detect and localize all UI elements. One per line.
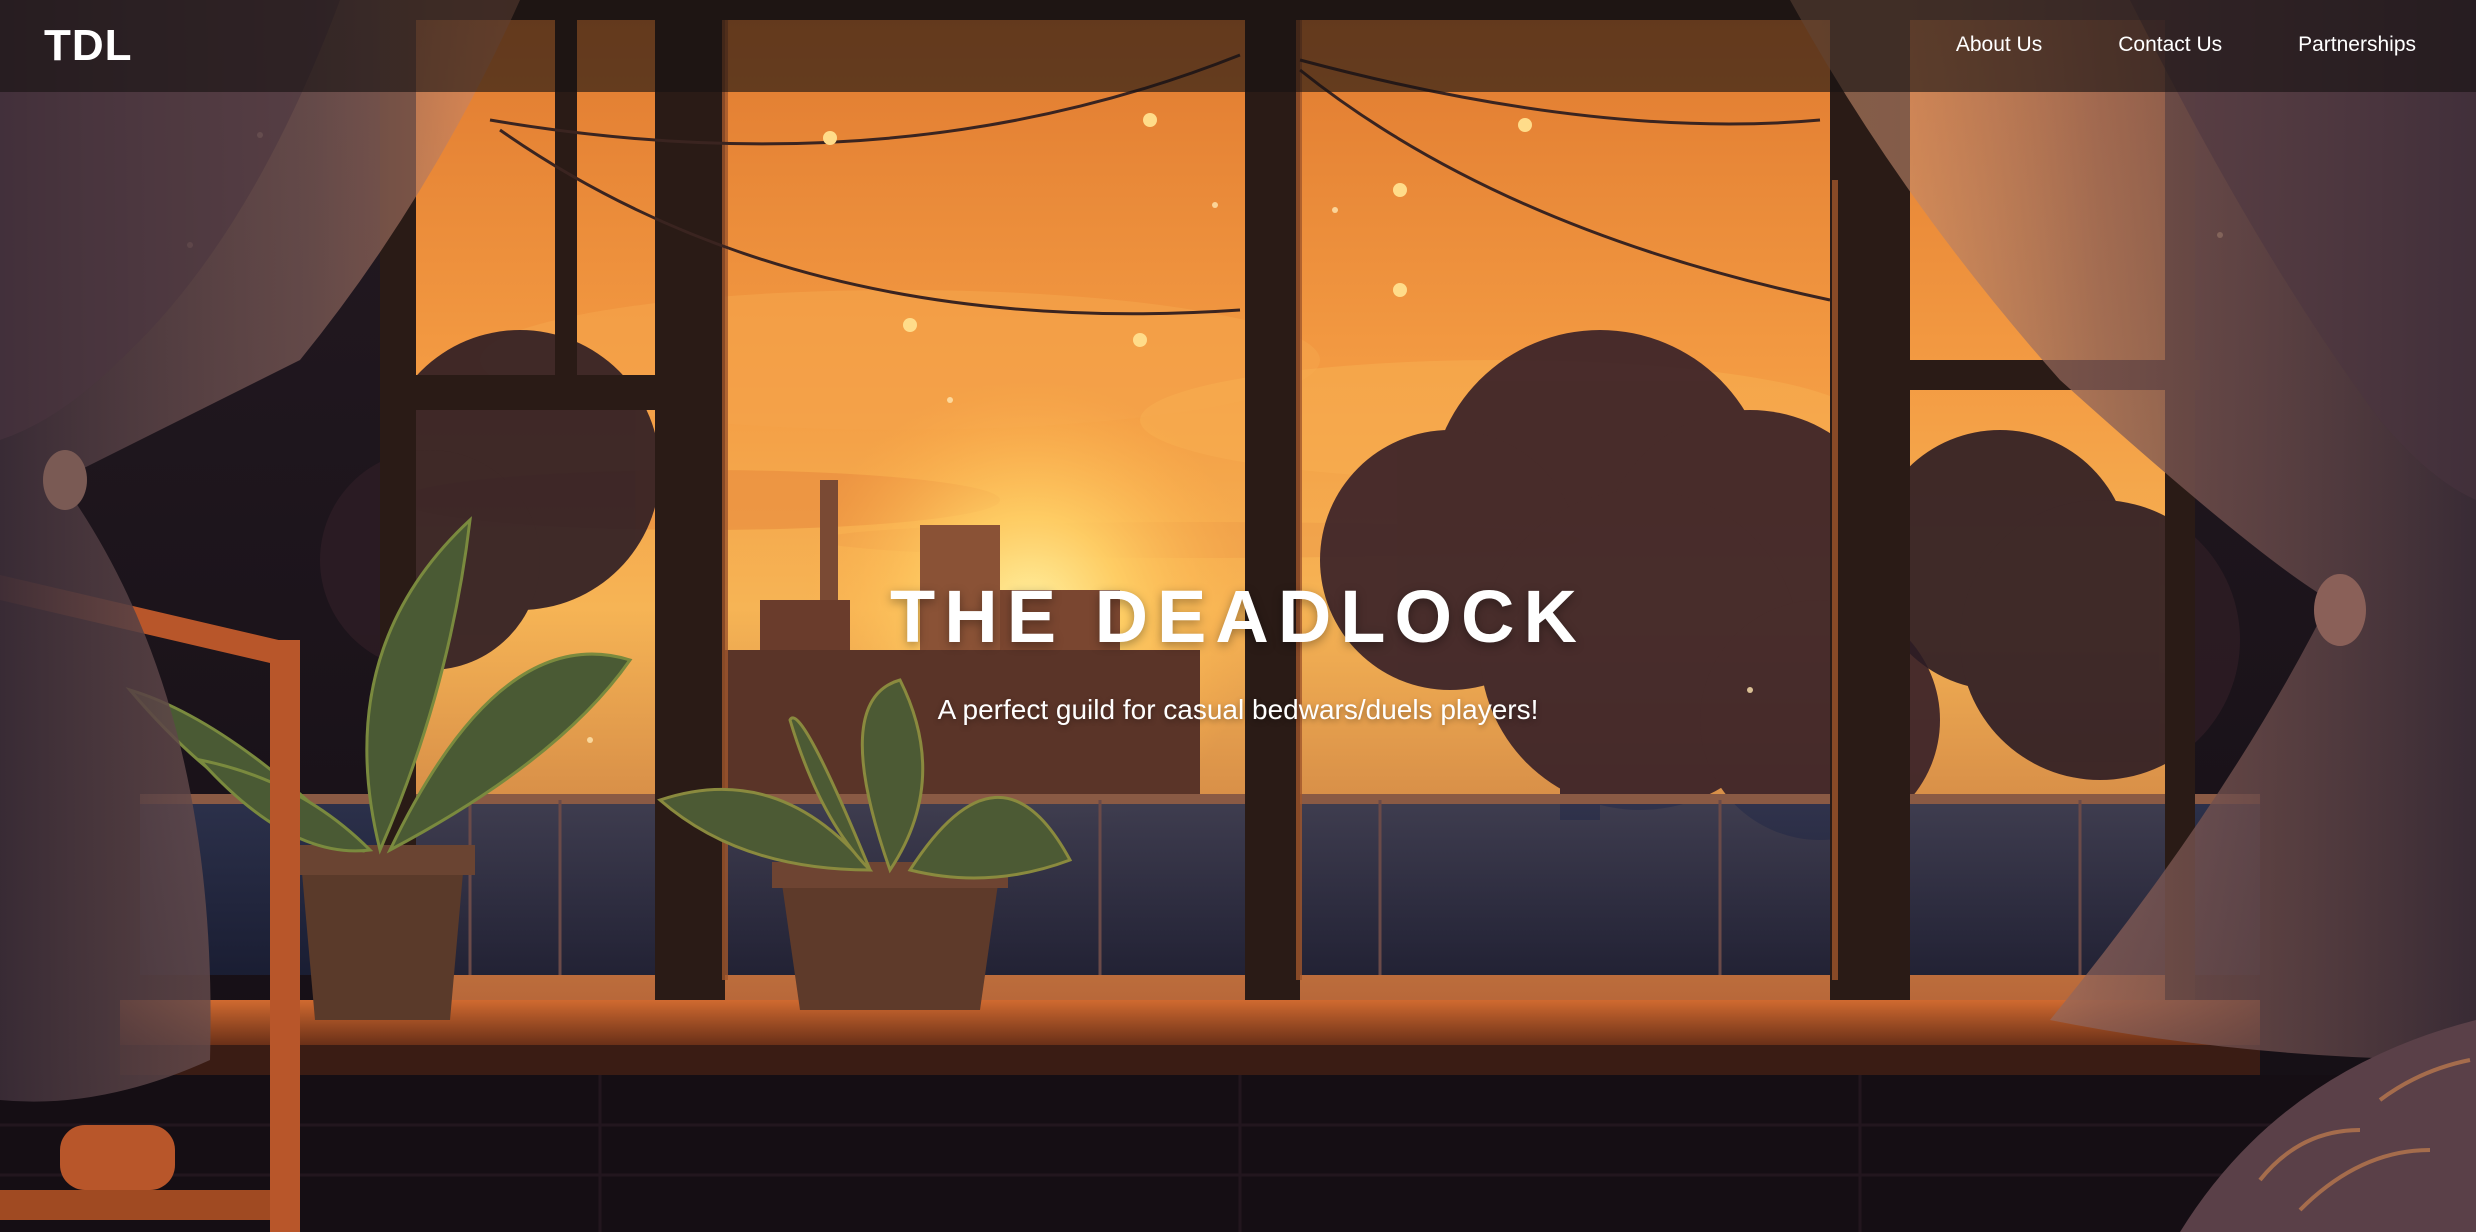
hero-title: THE DEADLOCK [890, 575, 1586, 658]
top-navbar: TDL About Us Contact Us Partnerships [0, 0, 2476, 92]
hero-subtitle: A perfect guild for casual bedwars/duels… [937, 694, 1539, 725]
site-logo[interactable]: TDL [44, 20, 133, 72]
hero-section: THE DEADLOCK A perfect guild for casual … [0, 575, 2476, 727]
nav-link-partnerships[interactable]: Partnerships [2298, 32, 2416, 58]
landing-page: TDL About Us Contact Us Partnerships THE… [0, 0, 2476, 1232]
nav-link-about-us[interactable]: About Us [1956, 32, 2042, 58]
nav-links: About Us Contact Us Partnerships [1880, 32, 2416, 58]
nav-link-contact-us[interactable]: Contact Us [2118, 32, 2222, 58]
